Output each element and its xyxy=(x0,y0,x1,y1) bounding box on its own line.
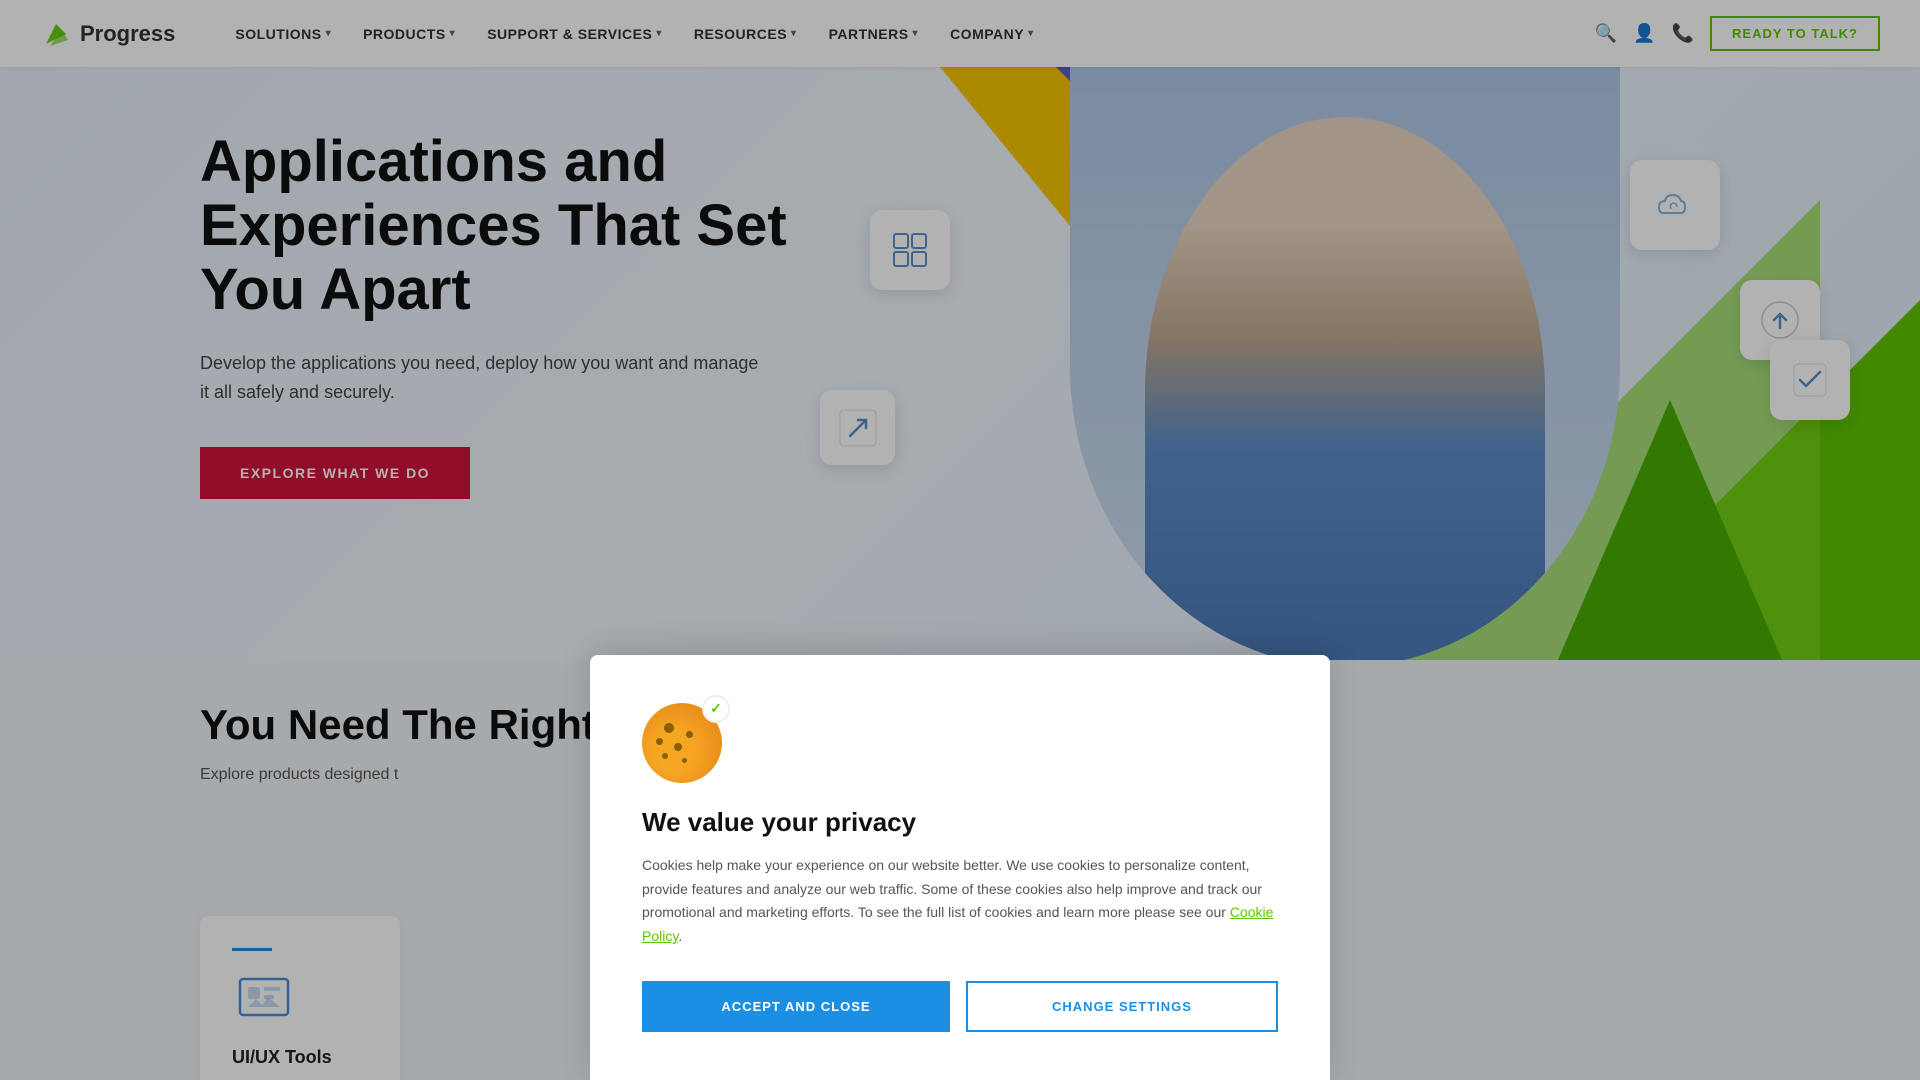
cookie-dot xyxy=(674,743,682,751)
cookie-buttons: ACCEPT AND CLOSE CHANGE SETTINGS xyxy=(642,981,1278,1032)
cookie-dot xyxy=(664,723,674,733)
accept-cookies-button[interactable]: ACCEPT AND CLOSE xyxy=(642,981,950,1032)
cookie-dot xyxy=(686,731,693,738)
cookie-dot xyxy=(656,738,663,745)
cookie-dot xyxy=(682,758,687,763)
cookie-icon-wrap: ✓ xyxy=(642,703,722,783)
cookie-title: We value your privacy xyxy=(642,807,1278,838)
cookie-dot xyxy=(662,753,668,759)
change-settings-button[interactable]: CHANGE SETTINGS xyxy=(966,981,1278,1032)
cookie-body: Cookies help make your experience on our… xyxy=(642,854,1278,949)
cookie-banner: ✓ We value your privacy Cookies help mak… xyxy=(590,655,1330,1080)
cookie-check-icon: ✓ xyxy=(702,695,730,723)
